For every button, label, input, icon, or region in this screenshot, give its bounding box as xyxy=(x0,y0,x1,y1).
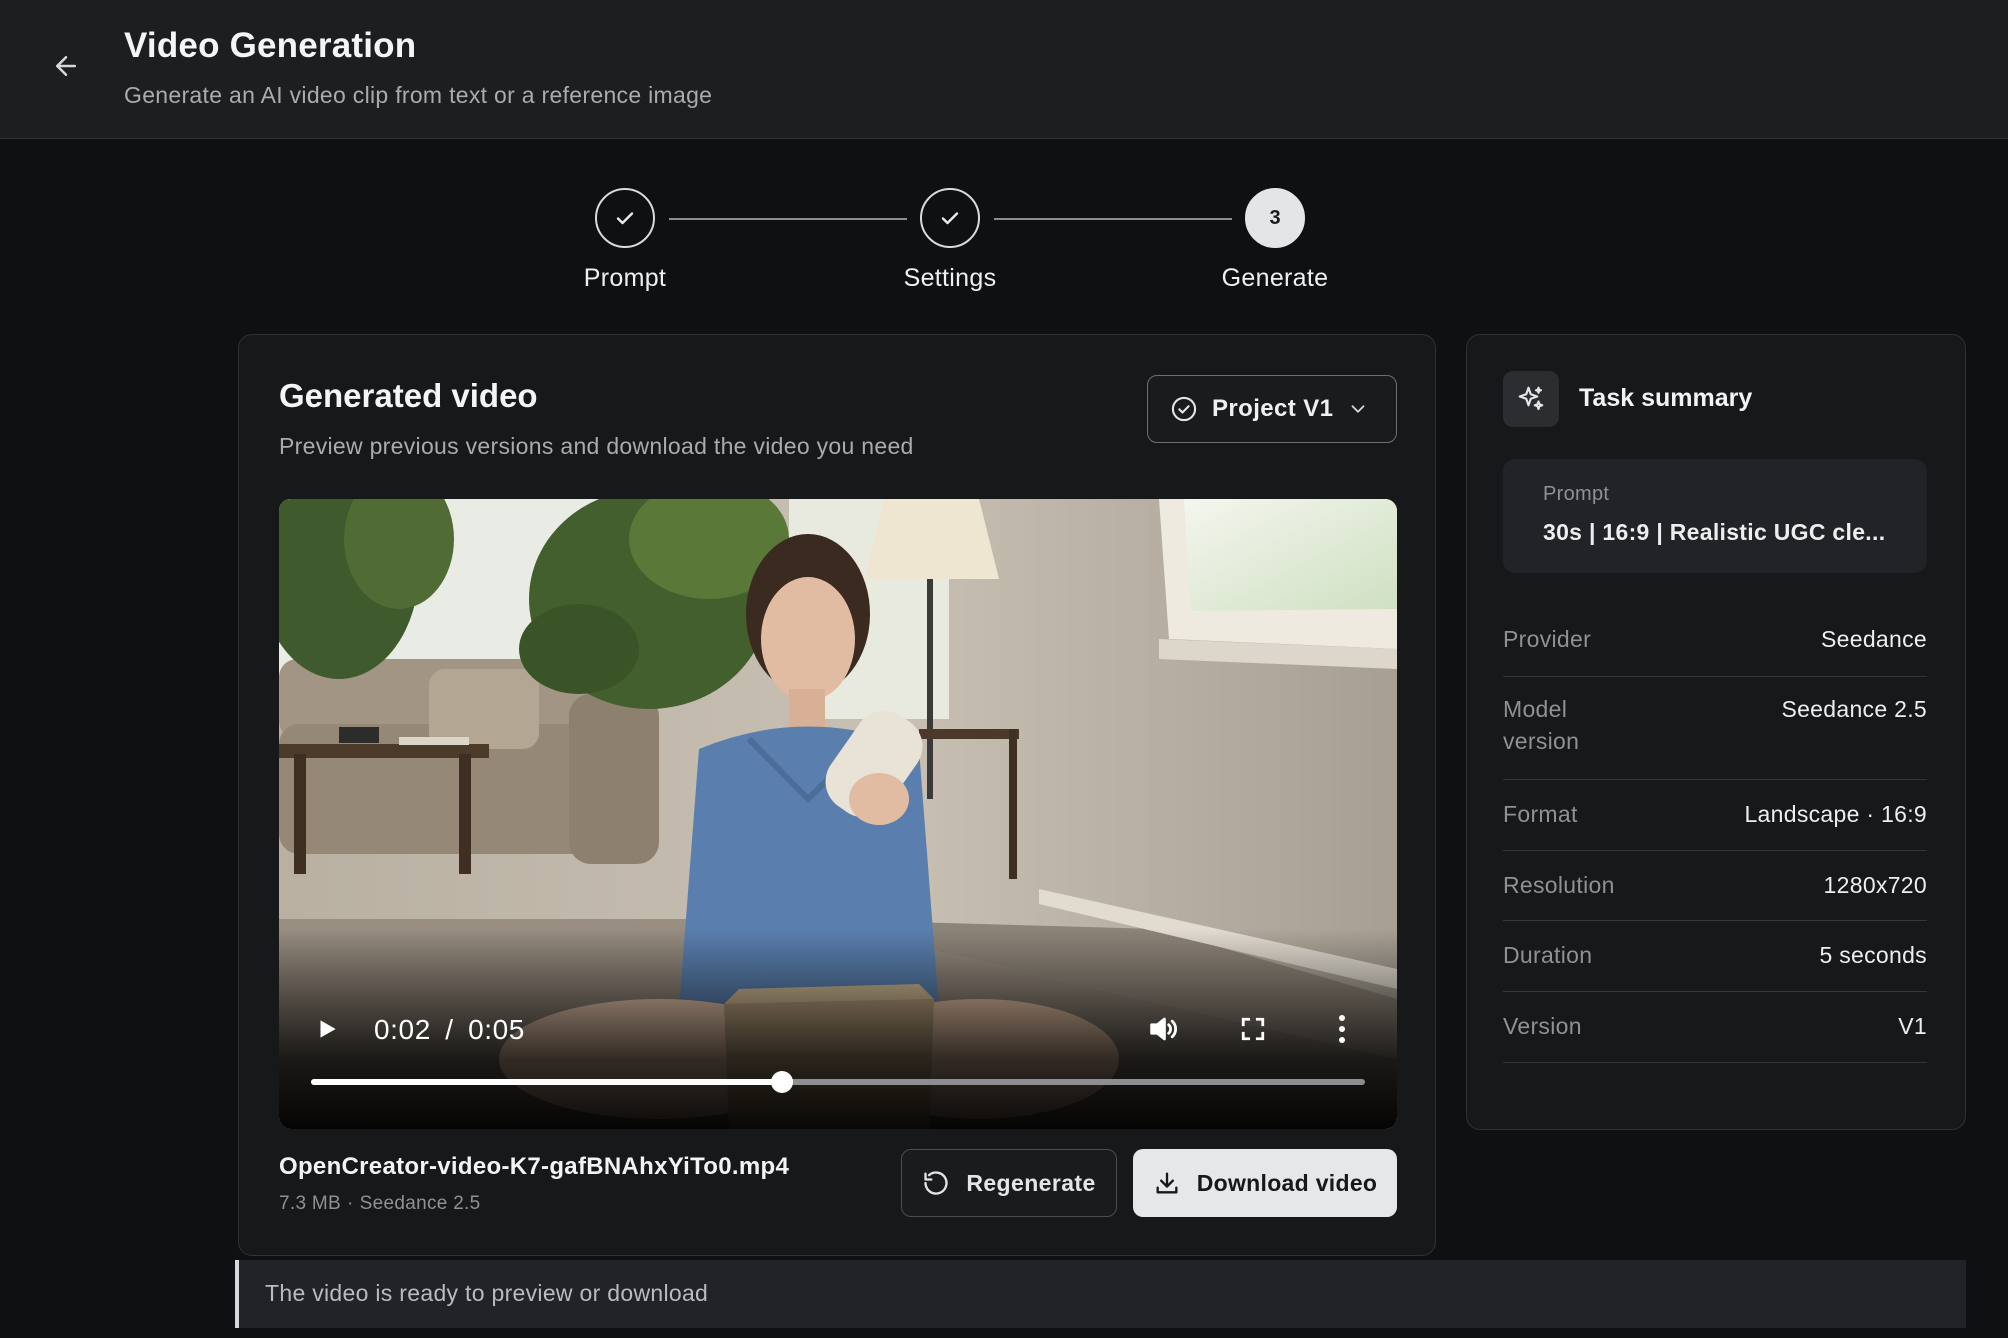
row-value: V1 xyxy=(1898,1013,1927,1039)
row-label: Provider xyxy=(1503,626,1592,652)
step-number: 3 xyxy=(1269,206,1281,229)
fullscreen-button[interactable] xyxy=(1233,1009,1273,1049)
more-options-button[interactable] xyxy=(1327,1009,1357,1049)
file-name: OpenCreator-video-K7-gafBNAhxYiTo0.mp4 xyxy=(279,1153,790,1180)
step-label-prompt[interactable]: Prompt xyxy=(584,264,666,293)
row-label: Resolution xyxy=(1503,872,1615,898)
more-vertical-icon xyxy=(1339,1015,1345,1043)
summary-title: Task summary xyxy=(1579,384,1753,412)
play-button[interactable] xyxy=(307,1009,347,1049)
generated-video-card: Generated video Preview previous version… xyxy=(238,334,1436,1256)
progress-bar[interactable] xyxy=(311,1071,1365,1093)
regenerate-label: Regenerate xyxy=(966,1169,1096,1196)
check-circle-icon xyxy=(1171,396,1197,422)
row-label: Duration xyxy=(1503,942,1593,968)
row-label: Model version xyxy=(1503,696,1580,754)
time-separator: / xyxy=(445,1014,454,1045)
step-prompt-indicator[interactable] xyxy=(595,188,655,248)
row-label: Format xyxy=(1503,801,1578,827)
version-select-label: Project V1 xyxy=(1212,395,1334,422)
rotate-ccw-icon xyxy=(924,1171,948,1195)
summary-icon-box xyxy=(1503,371,1559,427)
task-summary-card: Task summary Prompt 30s | 16:9 | Realist… xyxy=(1466,334,1966,1130)
progress-handle[interactable] xyxy=(771,1071,794,1093)
progress-fill xyxy=(311,1079,783,1085)
status-message: The video is ready to preview or downloa… xyxy=(265,1280,709,1306)
row-value: Seedance xyxy=(1821,626,1927,652)
download-label: Download video xyxy=(1196,1169,1378,1196)
step-generate-indicator[interactable]: 3 xyxy=(1245,188,1305,248)
summary-row-resolution: Resolution 1280x720 xyxy=(1503,851,1927,921)
card-title: Generated video xyxy=(279,377,538,414)
card-subtitle: Preview previous versions and download t… xyxy=(279,433,914,459)
time-display: 0:02 / 0:05 xyxy=(374,1014,525,1046)
step-connector xyxy=(994,218,1232,220)
check-icon xyxy=(941,212,959,225)
volume-icon xyxy=(1150,1017,1177,1041)
row-value: 1280x720 xyxy=(1823,872,1927,898)
row-value: Landscape · 16:9 xyxy=(1744,801,1927,827)
summary-row-provider: Provider Seedance xyxy=(1503,605,1927,677)
file-meta: 7.3 MB · Seedance 2.5 xyxy=(279,1193,481,1215)
step-connector xyxy=(669,218,907,220)
fullscreen-icon xyxy=(1241,1017,1265,1041)
chevron-down-icon xyxy=(1351,405,1365,413)
arrow-left-icon xyxy=(56,56,76,76)
page-subtitle: Generate an AI video clip from text or a… xyxy=(124,82,713,108)
status-bar: The video is ready to preview or downloa… xyxy=(235,1260,1966,1328)
prompt-box: Prompt 30s | 16:9 | Realistic UGC cle... xyxy=(1503,459,1927,573)
download-icon xyxy=(1156,1172,1178,1194)
meta-separator: · xyxy=(347,1193,354,1214)
step-label-settings[interactable]: Settings xyxy=(904,264,997,293)
current-time: 0:02 xyxy=(374,1014,431,1045)
step-label-generate[interactable]: Generate xyxy=(1222,264,1329,293)
summary-row-model-version: Model version Seedance 2.5 xyxy=(1503,677,1927,780)
sparkles-icon xyxy=(1518,386,1544,411)
play-icon xyxy=(320,1020,336,1038)
file-size: 7.3 MB xyxy=(279,1193,341,1214)
file-model: Seedance 2.5 xyxy=(359,1193,481,1214)
step-settings-indicator[interactable] xyxy=(920,188,980,248)
check-icon xyxy=(616,212,634,225)
back-button[interactable] xyxy=(46,46,86,86)
version-select[interactable]: Project V1 xyxy=(1147,375,1397,443)
summary-row-format: Format Landscape · 16:9 xyxy=(1503,780,1927,851)
page-header: Video Generation Generate an AI video cl… xyxy=(0,0,2008,139)
summary-row-duration: Duration 5 seconds xyxy=(1503,921,1927,992)
summary-row-version: Version V1 xyxy=(1503,992,1927,1063)
page-title: Video Generation xyxy=(124,26,417,65)
prompt-label: Prompt xyxy=(1543,483,1610,505)
prompt-value: 30s | 16:9 | Realistic UGC cle... xyxy=(1543,519,1886,545)
video-player[interactable]: 0:02 / 0:05 xyxy=(279,499,1397,1129)
total-duration: 0:05 xyxy=(468,1014,525,1045)
row-value: 5 seconds xyxy=(1819,942,1927,968)
stepper: 3 Prompt Settings Generate xyxy=(0,139,2008,329)
row-label: Version xyxy=(1503,1013,1582,1039)
row-value: Seedance 2.5 xyxy=(1781,696,1927,722)
volume-button[interactable] xyxy=(1141,1009,1185,1049)
regenerate-button[interactable]: Regenerate xyxy=(901,1149,1117,1217)
download-video-button[interactable]: Download video xyxy=(1133,1149,1397,1217)
